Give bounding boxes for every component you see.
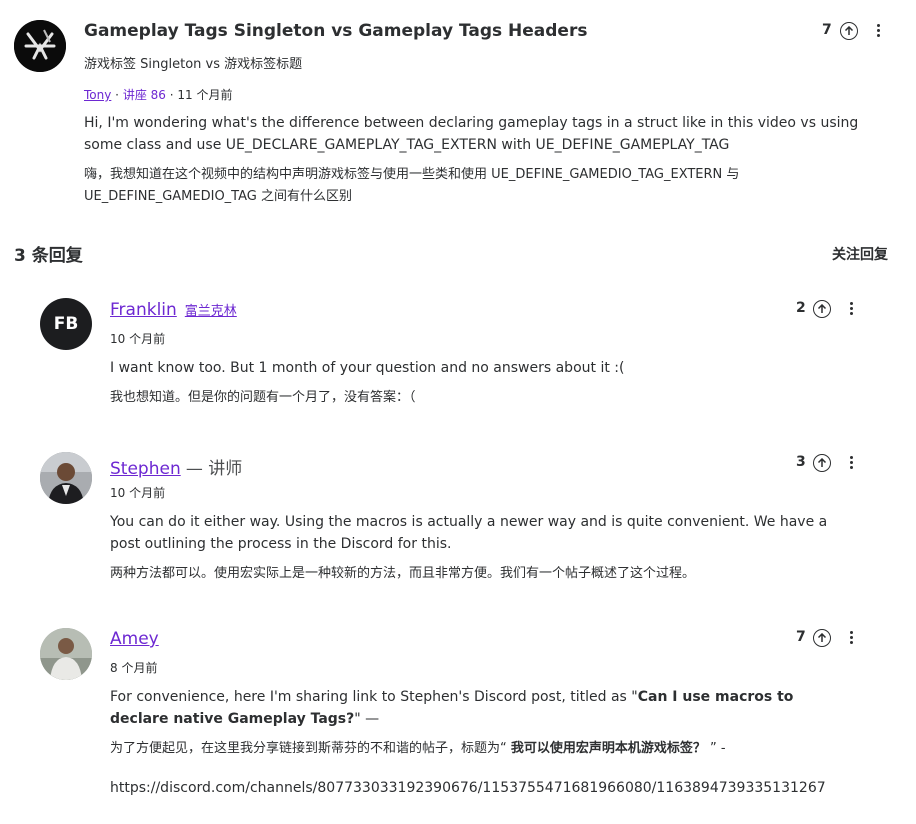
avatar-initials: FB (53, 314, 79, 334)
arrow-up-icon (844, 26, 854, 35)
reply-author-translation: 富兰克林 (184, 304, 237, 319)
person-photo-icon (40, 452, 92, 504)
discord-post-title-translation: 我可以使用宏声明本机游戏标签？ (510, 741, 706, 756)
reply-author-line: Stephen — 讲师 (110, 454, 242, 479)
arrow-up-icon (817, 633, 827, 642)
reply-more-options-button[interactable] (845, 302, 857, 316)
meta-separator: · (115, 88, 119, 102)
reply-body-translation-text: ” - (705, 741, 726, 756)
question-author-link[interactable]: Tony (84, 88, 111, 102)
question-title: Gameplay Tags Singleton vs Gameplay Tags… (84, 21, 588, 41)
question-time: 11 个月前 (177, 88, 233, 102)
reply-body-translation: 我也想知道。但是你的问题有一个月了，没有答案：（ (110, 390, 416, 405)
reply-body: For convenience, here I'm sharing link t… (110, 686, 850, 730)
question-author-avatar[interactable] (14, 20, 66, 72)
reply-upvote-button[interactable] (813, 454, 831, 472)
reply-time: 8 个月前 (110, 661, 158, 675)
author-logo-icon (14, 20, 66, 72)
reply-author-line: Amey (110, 629, 159, 649)
reply-avatar[interactable] (40, 628, 92, 680)
reply-author-link[interactable]: Stephen (110, 459, 181, 479)
reply-avatar[interactable]: FB (40, 298, 92, 350)
question-body-translation: 嗨，我想知道在这个视频中的结构中声明游戏标签与使用一些类和使用 UE_DEFIN… (84, 167, 740, 204)
reply-author-link[interactable]: Amey (110, 629, 159, 649)
reply-body-text: " — (354, 711, 380, 727)
question-title-translation: 游戏标签 Singleton vs 游戏标签标题 (84, 57, 303, 72)
reply-body: You can do it either way. Using the macr… (110, 514, 828, 552)
reply-upvote-count: 3 (796, 454, 806, 470)
reply-body-translation-text: 为了方便起见，在这里我分享链接到斯蒂芬的不和谐的帖子，标题为“ (110, 741, 511, 756)
question-meta: Tony · 讲座 86 · 11 个月前 (84, 86, 233, 103)
reply-body: I want know too. But 1 month of your que… (110, 360, 625, 376)
reply-more-options-button[interactable] (845, 631, 857, 645)
arrow-up-icon (817, 304, 827, 313)
person-photo-icon (40, 628, 92, 680)
meta-separator: · (169, 88, 174, 102)
follow-replies-button[interactable]: 关注回复 (832, 244, 888, 264)
reply-upvote-button[interactable] (813, 300, 831, 318)
reply-time: 10 个月前 (110, 486, 166, 500)
reply-body-translation: 为了方便起见，在这里我分享链接到斯蒂芬的不和谐的帖子，标题为“ 我可以使用宏声明… (110, 738, 870, 760)
discord-link[interactable]: https://discord.com/channels/80773303319… (110, 777, 826, 799)
reply-avatar[interactable] (40, 452, 92, 504)
question-more-options-button[interactable] (872, 24, 884, 38)
arrow-up-icon (817, 458, 827, 467)
reply-more-options-button[interactable] (845, 456, 857, 470)
question-upvote-count: 7 (822, 22, 832, 38)
reply-upvote-button[interactable] (813, 629, 831, 647)
question-lecture-link[interactable]: 讲座 86 (123, 88, 166, 102)
reply-time: 10 个月前 (110, 332, 166, 346)
instructor-role-label: — 讲师 (185, 459, 243, 479)
question-body: Hi, I'm wondering what's the difference … (84, 115, 859, 153)
reply-upvote-count: 2 (796, 300, 806, 316)
question-upvote-button[interactable] (840, 22, 858, 40)
reply-author-line: Franklin 富兰克林 (110, 300, 237, 320)
reply-author-link[interactable]: Franklin (110, 300, 177, 320)
reply-body-text: For convenience, here I'm sharing link t… (110, 689, 638, 705)
reply-body-translation: 两种方法都可以。使用宏实际上是一种较新的方法，而且非常方便。我们有一个帖子概述了… (110, 566, 696, 581)
reply-upvote-count: 7 (796, 629, 806, 645)
replies-count-heading: 3 条回复 (14, 246, 83, 266)
